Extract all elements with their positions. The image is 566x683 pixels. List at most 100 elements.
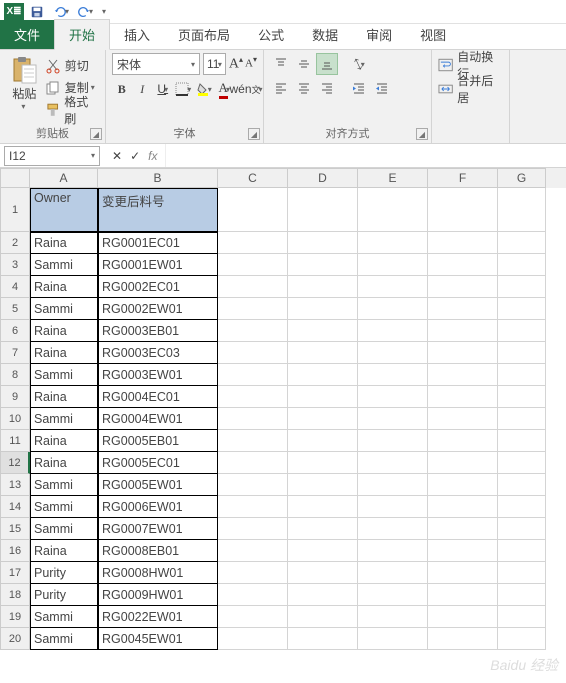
cell[interactable] <box>358 628 428 650</box>
cell[interactable] <box>358 320 428 342</box>
paste-button[interactable]: 粘贴 ▾ <box>6 53 43 120</box>
cell[interactable] <box>358 188 428 232</box>
cell[interactable] <box>288 430 358 452</box>
cell[interactable] <box>428 606 498 628</box>
cut-button[interactable]: 剪切 <box>45 55 99 76</box>
cell[interactable] <box>428 540 498 562</box>
cell[interactable]: Sammi <box>30 518 98 540</box>
font-name-select[interactable]: 宋体▾ <box>112 53 200 75</box>
cell[interactable] <box>288 188 358 232</box>
cell[interactable] <box>358 364 428 386</box>
cell[interactable] <box>428 452 498 474</box>
border-button[interactable]: ▾ <box>174 78 194 100</box>
row-header[interactable]: 1 <box>0 188 30 232</box>
cell[interactable] <box>358 584 428 606</box>
tab-layout[interactable]: 页面布局 <box>164 20 244 49</box>
decrease-indent-button[interactable] <box>348 77 370 99</box>
cell[interactable] <box>218 320 288 342</box>
cell[interactable] <box>288 584 358 606</box>
cell[interactable] <box>498 254 546 276</box>
align-left-button[interactable] <box>270 77 292 99</box>
col-header[interactable]: B <box>98 168 218 188</box>
cell[interactable]: Raina <box>30 276 98 298</box>
dialog-launcher-icon[interactable]: ◢ <box>248 128 260 140</box>
cell[interactable]: Sammi <box>30 364 98 386</box>
dialog-launcher-icon[interactable]: ◢ <box>416 128 428 140</box>
row-header[interactable]: 17 <box>0 562 30 584</box>
cell[interactable]: RG0004EC01 <box>98 386 218 408</box>
cell[interactable] <box>288 254 358 276</box>
select-all-button[interactable] <box>0 168 30 188</box>
row-header[interactable]: 9 <box>0 386 30 408</box>
cell[interactable] <box>288 606 358 628</box>
row-header[interactable]: 10 <box>0 408 30 430</box>
row-header[interactable]: 7 <box>0 342 30 364</box>
cell[interactable]: RG0002EW01 <box>98 298 218 320</box>
row-header[interactable]: 19 <box>0 606 30 628</box>
cell[interactable] <box>218 408 288 430</box>
col-header[interactable]: F <box>428 168 498 188</box>
row-header[interactable]: 13 <box>0 474 30 496</box>
formula-input[interactable] <box>165 144 566 167</box>
tab-home[interactable]: 开始 <box>54 19 110 50</box>
align-center-button[interactable] <box>293 77 315 99</box>
cell[interactable] <box>498 430 546 452</box>
fx-icon[interactable]: fx <box>148 149 157 163</box>
cell[interactable]: Sammi <box>30 474 98 496</box>
cell[interactable]: Sammi <box>30 496 98 518</box>
cell[interactable] <box>288 452 358 474</box>
cell[interactable] <box>358 452 428 474</box>
col-header[interactable]: E <box>358 168 428 188</box>
cell[interactable] <box>288 342 358 364</box>
row-header[interactable]: 6 <box>0 320 30 342</box>
cell[interactable] <box>288 496 358 518</box>
cell[interactable]: RG0004EW01 <box>98 408 218 430</box>
row-header[interactable]: 15 <box>0 518 30 540</box>
cell[interactable] <box>498 496 546 518</box>
cell[interactable] <box>428 562 498 584</box>
cell[interactable] <box>498 188 546 232</box>
cell[interactable] <box>218 562 288 584</box>
row-header[interactable]: 4 <box>0 276 30 298</box>
cell[interactable] <box>428 276 498 298</box>
cell[interactable] <box>218 232 288 254</box>
cell[interactable]: RG0005EC01 <box>98 452 218 474</box>
cell[interactable] <box>358 298 428 320</box>
merge-center-button[interactable]: 合并后居 <box>438 78 503 100</box>
enter-icon[interactable]: ✓ <box>130 149 140 163</box>
cell[interactable] <box>288 518 358 540</box>
cell[interactable]: Sammi <box>30 298 98 320</box>
cell[interactable] <box>288 540 358 562</box>
row-header[interactable]: 12 <box>0 452 30 474</box>
phonetic-button[interactable]: wén文▾ <box>235 78 257 100</box>
cell[interactable] <box>218 342 288 364</box>
cell[interactable]: RG0006EW01 <box>98 496 218 518</box>
cell[interactable] <box>218 298 288 320</box>
cell[interactable]: RG0007EW01 <box>98 518 218 540</box>
cell[interactable] <box>498 606 546 628</box>
cell[interactable]: RG0045EW01 <box>98 628 218 650</box>
tab-insert[interactable]: 插入 <box>110 20 164 49</box>
cell[interactable] <box>358 606 428 628</box>
cell[interactable]: RG0008HW01 <box>98 562 218 584</box>
row-header[interactable]: 2 <box>0 232 30 254</box>
tab-view[interactable]: 视图 <box>406 20 460 49</box>
cell[interactable] <box>288 298 358 320</box>
cell[interactable] <box>428 386 498 408</box>
dialog-launcher-icon[interactable]: ◢ <box>90 128 102 140</box>
cell[interactable] <box>218 518 288 540</box>
cell[interactable] <box>288 364 358 386</box>
cell[interactable] <box>218 430 288 452</box>
cell[interactable] <box>218 540 288 562</box>
cell[interactable]: RG0001EC01 <box>98 232 218 254</box>
cell[interactable] <box>498 540 546 562</box>
row-header[interactable]: 16 <box>0 540 30 562</box>
cell[interactable]: Owner <box>30 188 98 232</box>
col-header[interactable]: A <box>30 168 98 188</box>
align-middle-button[interactable] <box>293 53 315 75</box>
cell[interactable]: Raina <box>30 386 98 408</box>
cell[interactable]: Raina <box>30 452 98 474</box>
cell[interactable] <box>498 584 546 606</box>
cancel-icon[interactable]: ✕ <box>112 149 122 163</box>
cell[interactable] <box>498 386 546 408</box>
